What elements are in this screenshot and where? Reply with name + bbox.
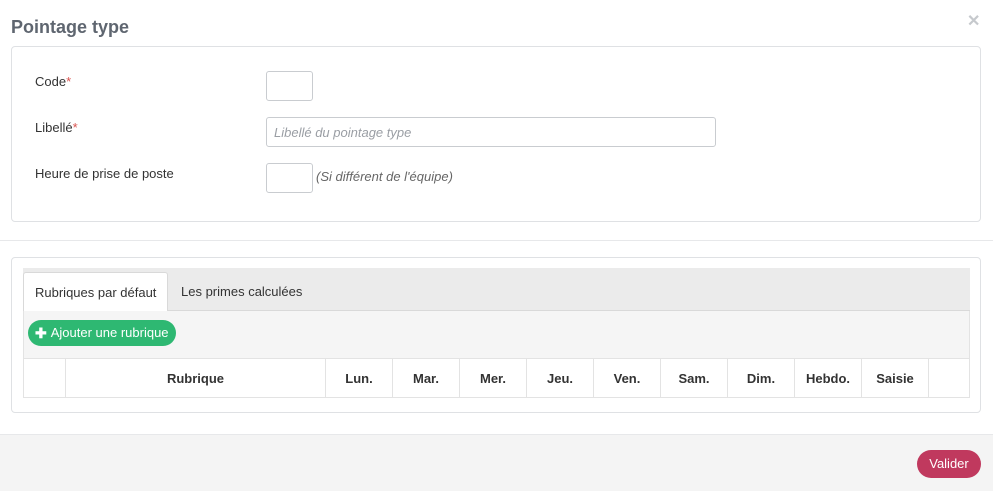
code-input[interactable] <box>266 71 313 101</box>
column-mar: Mar. <box>393 359 460 397</box>
column-select <box>24 359 66 397</box>
form-panel: Code* Libellé* Libellé du pointage type … <box>11 46 981 222</box>
toolbar: ✚ Ajouter une rubrique <box>23 311 970 359</box>
column-rubrique: Rubrique <box>66 359 326 397</box>
column-dim: Dim. <box>728 359 795 397</box>
column-actions <box>929 359 969 397</box>
column-ven: Ven. <box>594 359 661 397</box>
column-jeu: Jeu. <box>527 359 594 397</box>
add-rubrique-button[interactable]: ✚ Ajouter une rubrique <box>28 320 176 346</box>
section-divider <box>0 240 993 241</box>
code-label: Code* <box>35 74 72 89</box>
tab-rubriques-par-defaut[interactable]: Rubriques par défaut <box>23 272 169 312</box>
modal-footer: Valider <box>0 434 993 491</box>
column-saisie: Saisie <box>862 359 929 397</box>
close-icon[interactable]: ✕ <box>967 11 980 31</box>
libelle-input[interactable]: Libellé du pointage type <box>266 117 716 147</box>
libelle-label: Libellé* <box>35 120 78 135</box>
table-header: Rubrique Lun. Mar. Mer. Jeu. Ven. Sam. D… <box>23 359 970 398</box>
valider-button[interactable]: Valider <box>917 450 981 478</box>
tab-primes-calculees[interactable]: Les primes calculées <box>170 272 313 312</box>
column-hebdo: Hebdo. <box>795 359 862 397</box>
plus-icon: ✚ <box>35 325 47 341</box>
column-lun: Lun. <box>326 359 393 397</box>
libelle-placeholder: Libellé du pointage type <box>274 125 412 140</box>
add-rubrique-label: Ajouter une rubrique <box>50 325 169 340</box>
modal-title: Pointage type <box>11 17 130 37</box>
column-sam: Sam. <box>661 359 728 397</box>
rubriques-panel: Rubriques par défaut Les primes calculée… <box>11 257 981 413</box>
heure-label: Heure de prise de poste <box>35 166 174 181</box>
heure-hint: (Si différent de l'équipe) <box>316 169 453 184</box>
column-mer: Mer. <box>460 359 527 397</box>
tab-bar: Rubriques par défaut Les primes calculée… <box>23 268 970 312</box>
heure-input[interactable] <box>266 163 313 193</box>
